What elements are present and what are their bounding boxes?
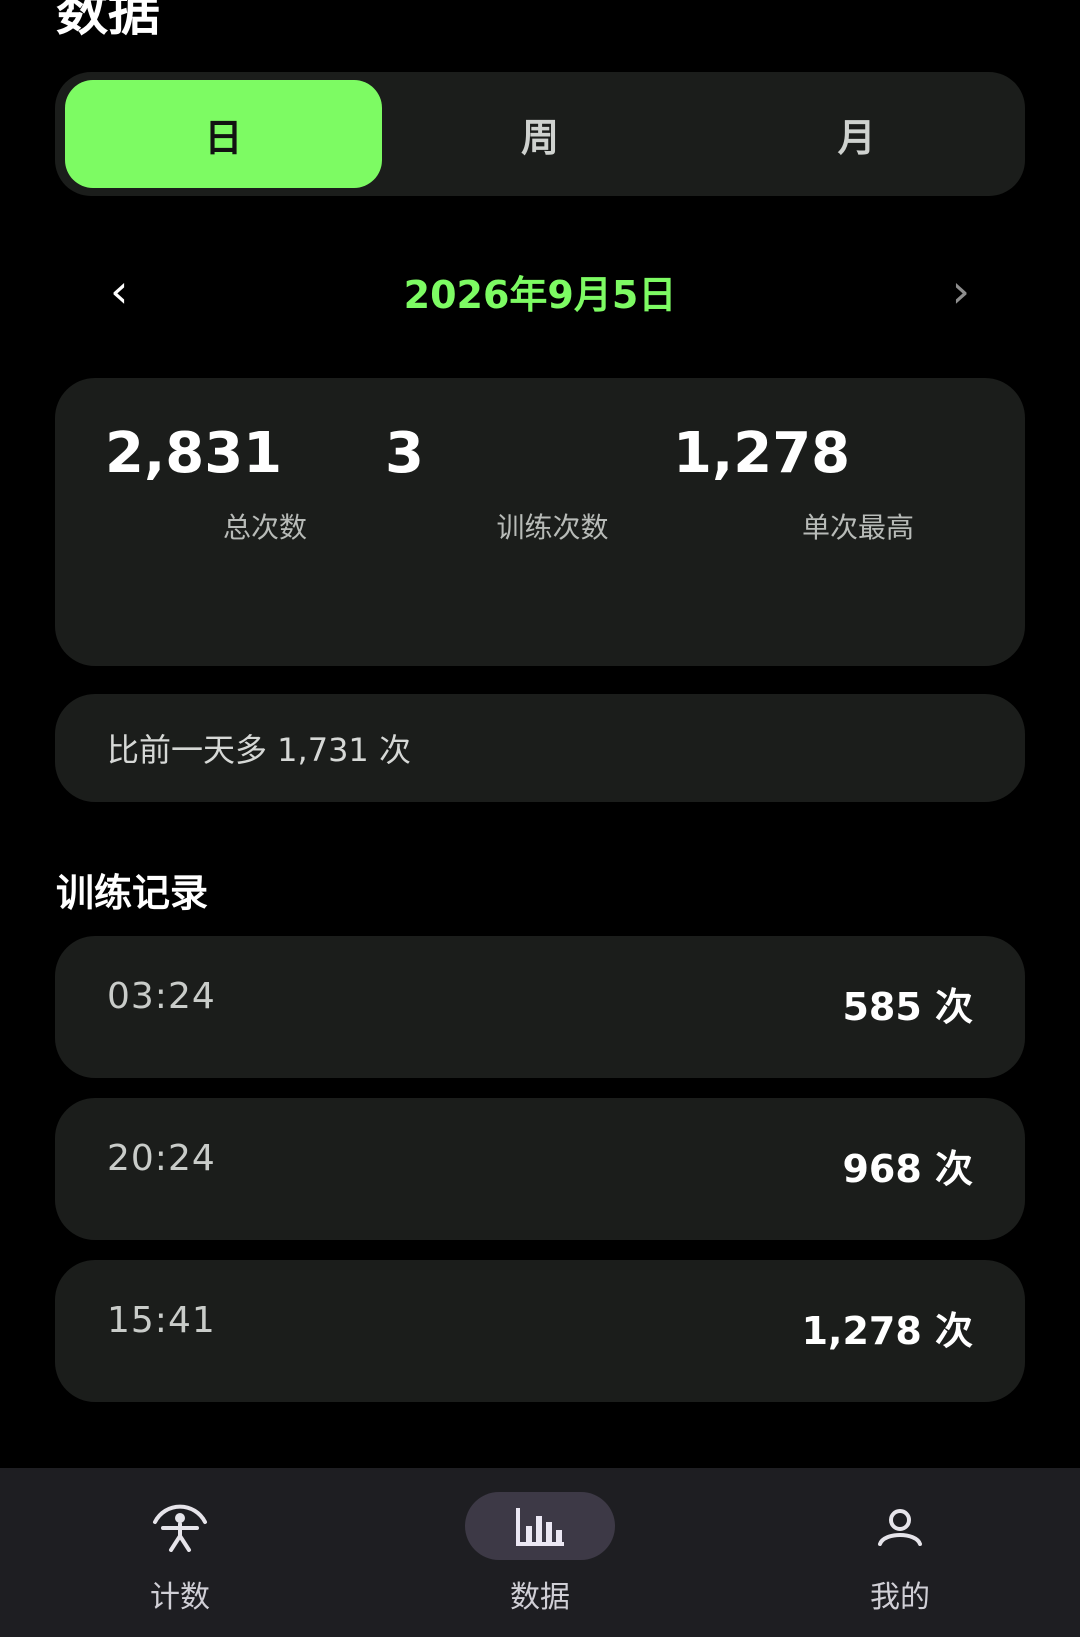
- nav-label-data: 数据: [510, 1580, 570, 1615]
- period-segmented-control: 日 周 月: [55, 72, 1025, 196]
- next-day-button[interactable]: ›: [897, 264, 1025, 318]
- record-time: 20:24: [107, 1138, 216, 1179]
- stat-sessions-label: 训练次数: [496, 511, 609, 544]
- prev-day-button[interactable]: ‹: [55, 264, 183, 318]
- record-item[interactable]: 03:24 585 次: [55, 936, 1025, 1078]
- current-date: 2026年9月5日: [403, 272, 677, 317]
- stat-best: 1,278 单次最高: [673, 426, 973, 546]
- bottom-navigation: 计数 数据 我的: [0, 1468, 1080, 1637]
- nav-label-profile: 我的: [870, 1580, 930, 1615]
- comparison-text: 比前一天多 1,731 次: [107, 731, 411, 769]
- profile-icon: [878, 1509, 922, 1546]
- nav-item-data[interactable]: 数据: [360, 1468, 720, 1637]
- stat-best-value: 1,278: [673, 421, 851, 486]
- stat-sessions: 3 训练次数: [385, 426, 645, 546]
- stat-total-value: 2,831: [105, 421, 283, 486]
- record-count: 1,278 次: [801, 1309, 973, 1353]
- active-indicator: [465, 1492, 615, 1560]
- record-count: 585 次: [842, 985, 973, 1029]
- page-title: 数据: [56, 0, 161, 43]
- comparison-card: 比前一天多 1,731 次: [55, 694, 1025, 802]
- tab-month[interactable]: 月: [698, 80, 1015, 188]
- bar-chart-icon: [516, 1508, 564, 1546]
- stats-card: 2,831 总次数 3 训练次数 1,278 单次最高: [55, 378, 1025, 666]
- nav-item-profile[interactable]: 我的: [720, 1468, 1080, 1637]
- stat-total: 2,831 总次数: [105, 426, 365, 546]
- record-item[interactable]: 15:41 1,278 次: [55, 1260, 1025, 1402]
- tab-week[interactable]: 周: [382, 80, 699, 188]
- date-navigator: ‹ 2026年9月5日 ›: [55, 256, 1025, 326]
- stat-best-label: 单次最高: [801, 511, 914, 544]
- stat-total-label: 总次数: [222, 511, 307, 544]
- records-section-title: 训练记录: [56, 871, 209, 915]
- tab-day[interactable]: 日: [65, 80, 382, 188]
- record-item[interactable]: 20:24 968 次: [55, 1098, 1025, 1240]
- record-time: 15:41: [107, 1300, 216, 1341]
- stat-sessions-value: 3: [385, 421, 424, 486]
- nav-label-counter: 计数: [150, 1580, 210, 1615]
- record-time: 03:24: [107, 976, 216, 1017]
- person-icon: [153, 1504, 207, 1552]
- record-count: 968 次: [842, 1147, 973, 1191]
- nav-item-counter[interactable]: 计数: [0, 1468, 360, 1637]
